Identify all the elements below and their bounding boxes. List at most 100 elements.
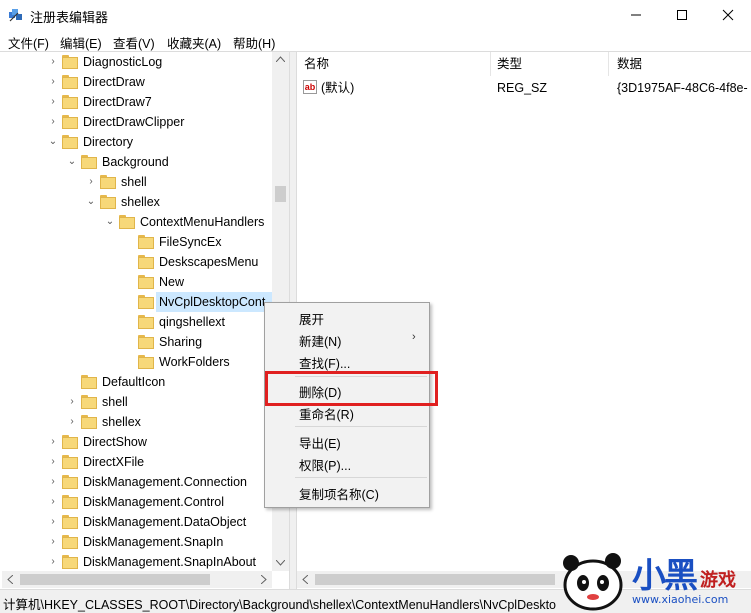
column-divider[interactable] (490, 52, 491, 76)
tree-item[interactable]: DiagnosticLog (62, 52, 162, 72)
tree-item[interactable]: DefaultIcon (81, 372, 165, 392)
scroll-up-icon[interactable] (276, 56, 285, 62)
menu-item-rename[interactable]: 重命名(R) (299, 404, 354, 423)
collapsed-chevron-icon[interactable]: › (48, 117, 58, 127)
folder-icon (138, 355, 154, 369)
collapsed-chevron-icon[interactable]: › (48, 457, 58, 467)
collapsed-chevron-icon[interactable]: › (67, 417, 77, 427)
menu-bar: 文件(F) 编辑(E) 查看(V) 收藏夹(A) 帮助(H) (0, 30, 751, 52)
folder-icon (81, 375, 97, 389)
tree-item-label: ContextMenuHandlers (140, 215, 265, 229)
tree-item[interactable]: shell (81, 392, 128, 412)
tree-item[interactable]: Sharing (138, 332, 202, 352)
menu-item-new[interactable]: 新建(N) (299, 331, 341, 350)
collapsed-chevron-icon[interactable]: › (86, 177, 96, 187)
tree-item[interactable]: FileSyncEx (138, 232, 222, 252)
tree-item[interactable]: New (138, 272, 184, 292)
menu-edit[interactable]: 编辑(E) (60, 33, 102, 52)
menu-item-find[interactable]: 查找(F)... (299, 353, 350, 372)
registry-tree[interactable]: › DiagnosticLog › DirectDraw › DirectDraw7 › Di… (2, 52, 289, 572)
watermark-url: www.xiaohei.com (632, 593, 729, 606)
menu-help[interactable]: 帮助(H) (233, 33, 275, 52)
collapsed-chevron-icon[interactable]: › (48, 517, 58, 527)
tree-item-label: shell (121, 175, 147, 189)
expanded-chevron-icon[interactable]: ⌄ (86, 197, 96, 207)
menu-item-expand[interactable]: 展开 (299, 309, 324, 328)
tree-item-label: DirectDrawClipper (83, 115, 185, 129)
folder-icon (138, 315, 154, 329)
scroll-right-icon[interactable] (261, 575, 267, 584)
tree-item-label: DiagnosticLog (83, 55, 163, 69)
close-button[interactable] (705, 0, 751, 30)
folder-icon (81, 415, 97, 429)
folder-icon (62, 455, 78, 469)
menu-item-permissions[interactable]: 权限(P)... (299, 455, 351, 474)
watermark-logo-text: 小黑 (632, 556, 698, 596)
tree-item[interactable]: DirectShow (62, 432, 147, 452)
tree-item[interactable]: shellex (81, 412, 141, 432)
collapsed-chevron-icon[interactable]: › (48, 557, 58, 567)
tree-item-label: DirectXFile (83, 455, 145, 469)
minimize-button[interactable] (613, 0, 659, 30)
window-title: 注册表编辑器 (30, 10, 109, 25)
tree-item[interactable]: DirectDraw7 (62, 92, 152, 112)
tree-item[interactable]: shell (100, 172, 147, 192)
tree-vertical-scroll-thumb[interactable] (275, 186, 286, 202)
tree-item-label: DiskManagement.Connection (83, 475, 247, 489)
tree-item[interactable]: shellex (100, 192, 160, 212)
tree-item[interactable]: DiskManagement.Control (62, 492, 224, 512)
tree-item[interactable]: qingshellext (138, 312, 225, 332)
submenu-arrow-icon: › (412, 331, 416, 343)
scroll-down-icon[interactable] (276, 560, 285, 566)
tree-item[interactable]: Directory (62, 132, 133, 152)
scroll-left-icon[interactable] (302, 575, 308, 584)
tree-item-label: shellex (102, 415, 141, 429)
column-header-name[interactable]: 名称 (304, 52, 329, 76)
tree-item[interactable]: DirectXFile (62, 452, 144, 472)
collapsed-chevron-icon[interactable]: › (48, 497, 58, 507)
list-horizontal-scroll-thumb[interactable] (315, 574, 555, 585)
collapsed-chevron-icon[interactable]: › (48, 437, 58, 447)
column-divider[interactable] (608, 52, 609, 76)
tree-item-label: DiskManagement.SnapInAbout (83, 555, 257, 569)
menu-file[interactable]: 文件(F) (8, 33, 49, 52)
tree-item-label: shellex (121, 195, 160, 209)
tree-item[interactable]: DiskManagement.DataObject (62, 512, 246, 532)
collapsed-chevron-icon[interactable]: › (48, 537, 58, 547)
tree-item[interactable]: DirectDraw (62, 72, 145, 92)
scroll-left-icon[interactable] (7, 575, 13, 584)
expanded-chevron-icon[interactable]: ⌄ (48, 137, 58, 147)
collapsed-chevron-icon[interactable]: › (67, 397, 77, 407)
tree-item[interactable]: DirectDrawClipper (62, 112, 184, 132)
column-header-type[interactable]: 类型 (497, 52, 522, 76)
tree-item[interactable]: DiskManagement.Connection (62, 472, 247, 492)
minimize-icon (631, 14, 641, 16)
maximize-button[interactable] (659, 0, 705, 30)
tree-item[interactable]: Background (81, 152, 169, 172)
watermark-logo-sub: 游戏 (700, 570, 736, 591)
menu-view[interactable]: 查看(V) (113, 33, 155, 52)
collapsed-chevron-icon[interactable]: › (48, 477, 58, 487)
tree-horizontal-scroll-thumb[interactable] (20, 574, 210, 585)
tree-item[interactable]: NvCplDesktopCont (138, 292, 265, 312)
menu-item-export[interactable]: 导出(E) (299, 433, 341, 452)
value-name[interactable]: (默认) (321, 78, 354, 98)
folder-icon (62, 115, 78, 129)
tree-item[interactable]: DiskManagement.SnapIn (62, 532, 223, 552)
expanded-chevron-icon[interactable]: ⌄ (105, 217, 115, 227)
expanded-chevron-icon[interactable]: ⌄ (67, 157, 77, 167)
tree-item[interactable]: DeskscapesMenu (138, 252, 258, 272)
tree-item[interactable]: WorkFolders (138, 352, 230, 372)
folder-icon (62, 55, 78, 69)
tree-item[interactable]: DiskManagement.SnapInAbout (62, 552, 256, 572)
tree-item[interactable]: ContextMenuHandlers (119, 212, 264, 232)
collapsed-chevron-icon[interactable]: › (48, 57, 58, 67)
regedit-app-icon (9, 9, 22, 22)
tree-item-label: New (159, 275, 185, 289)
menu-item-copy-key-name[interactable]: 复制项名称(C) (299, 484, 379, 503)
menu-favorites[interactable]: 收藏夹(A) (167, 33, 221, 52)
collapsed-chevron-icon[interactable]: › (48, 97, 58, 107)
column-header-data[interactable]: 数据 (617, 52, 642, 76)
collapsed-chevron-icon[interactable]: › (48, 77, 58, 87)
folder-icon (138, 335, 154, 349)
